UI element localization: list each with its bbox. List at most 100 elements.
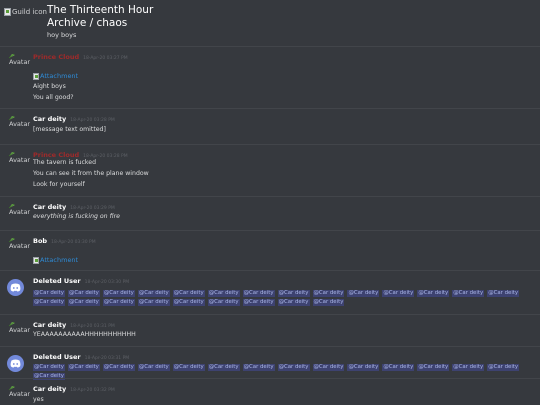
user-mention[interactable]: @Car deity	[67, 364, 100, 371]
guild-icon-alt: Guild icon	[12, 8, 47, 16]
user-mention[interactable]: @Car deity	[312, 290, 345, 297]
user-mention[interactable]: @Car deity	[137, 299, 170, 306]
message-group: Avatar Car deity 18-Apr-20 03:31 PM YEAAA…	[0, 314, 540, 346]
user-mention[interactable]: @Car deity	[102, 290, 135, 297]
user-mention[interactable]: @Car deity	[242, 364, 275, 371]
message-line: everything is fucking on fire	[33, 213, 120, 220]
avatar	[7, 279, 24, 296]
user-mention[interactable]: @Car deity	[172, 364, 205, 371]
user-mention[interactable]: @Car deity	[242, 290, 275, 297]
user-mention[interactable]: @Car deity	[67, 299, 100, 306]
message-author[interactable]: Deleted User 18-Apr-20 03:30 PM	[33, 277, 129, 285]
guild-name: The Thirteenth Hour	[47, 4, 154, 16]
user-mention[interactable]: @Car deity	[277, 290, 310, 297]
avatar: Avatar	[6, 115, 30, 131]
message-timestamp: 18-Apr-20 03:30 PM	[51, 240, 96, 245]
author-name[interactable]: Deleted User	[33, 353, 81, 361]
author-name[interactable]: Car deity	[33, 385, 66, 393]
message-author[interactable]: Car deity 18-Apr-20 03:31 PM	[33, 321, 115, 329]
user-mention[interactable]: @Car deity	[33, 364, 65, 371]
user-mention[interactable]: @Car deity	[172, 290, 205, 297]
avatar-alt: Avatar	[9, 390, 31, 398]
message-author[interactable]: Car deity 18-Apr-20 03:32 PM	[33, 385, 115, 393]
user-mention[interactable]: @Car deity	[487, 364, 520, 371]
message-author[interactable]: Car deity 18-Apr-20 03:29 PM	[33, 203, 115, 211]
user-mention[interactable]: @Car deity	[102, 364, 135, 371]
avatar-alt: Avatar	[9, 242, 31, 250]
user-mention[interactable]: @Car deity	[347, 290, 380, 297]
user-mention[interactable]: @Car deity	[312, 364, 345, 371]
user-mention[interactable]: @Car deity	[277, 364, 310, 371]
avatar: Avatar	[6, 385, 30, 401]
user-mention[interactable]: @Car deity	[33, 299, 65, 306]
author-name[interactable]: Car deity	[33, 321, 66, 329]
message-author[interactable]: Bob 18-Apr-20 03:30 PM	[33, 237, 96, 245]
message-group: Avatar Car deity 18-Apr-20 03:28 PM [mess…	[0, 108, 540, 144]
message-author[interactable]: Prince Cloud 18-Apr-20 03:27 PM	[33, 53, 128, 61]
broken-image-icon	[33, 256, 39, 264]
message-group: Avatar Bob 18-Apr-20 03:30 PM Attachment	[0, 230, 540, 270]
user-mention[interactable]: @Car deity	[452, 364, 485, 371]
message-group: Avatar Prince Cloud 18-Apr-20 03:27 PM At…	[0, 46, 540, 108]
broken-image-icon	[4, 8, 11, 16]
message-author[interactable]: Deleted User 18-Apr-20 03:31 PM	[33, 353, 129, 361]
message-line: Aight boys	[33, 83, 66, 90]
channel-name: Archive / chaos	[47, 17, 128, 29]
user-mention[interactable]: @Car deity	[207, 364, 240, 371]
message-group: Deleted User 18-Apr-20 03:31 PM @Car deit…	[0, 346, 540, 380]
message-timestamp: 18-Apr-20 03:29 PM	[70, 206, 115, 211]
attachment-alt[interactable]: Attachment	[40, 72, 78, 80]
message-group: Avatar Prince Cloud 18-Apr-20 03:28 PM Th…	[0, 144, 540, 196]
discord-logo-icon	[10, 283, 21, 292]
user-mention[interactable]: @Car deity	[277, 299, 310, 306]
avatar: Avatar	[6, 53, 30, 69]
user-mention[interactable]: @Car deity	[207, 290, 240, 297]
message-group: Deleted User 18-Apr-20 03:30 PM @Car deit…	[0, 270, 540, 314]
user-mention[interactable]: @Car deity	[452, 290, 485, 297]
message-timestamp: 18-Apr-20 03:30 PM	[84, 280, 130, 285]
author-name[interactable]: Prince Cloud	[33, 53, 79, 61]
user-mention[interactable]: @Car deity	[347, 364, 380, 371]
avatar: Avatar	[6, 151, 30, 167]
user-mention[interactable]: @Car deity	[487, 290, 520, 297]
mention-list: @Car deity @Car deity @Car deity @Car deity…	[33, 290, 528, 306]
user-mention[interactable]: @Car deity	[417, 364, 450, 371]
message-line: You can see it from the plane window	[33, 170, 149, 177]
avatar-alt: Avatar	[9, 120, 31, 128]
user-mention[interactable]: @Car deity	[417, 290, 450, 297]
avatar-alt: Avatar	[9, 156, 31, 164]
user-mention[interactable]: @Car deity	[312, 299, 345, 306]
message-line: [message text omitted]	[33, 126, 106, 133]
user-mention[interactable]: @Car deity	[137, 364, 170, 371]
message-timestamp: 18-Apr-20 03:31 PM	[70, 324, 115, 329]
message-author[interactable]: Car deity 18-Apr-20 03:28 PM	[33, 115, 115, 123]
message-group: Avatar Car deity 18-Apr-20 03:32 PM yes	[0, 378, 540, 405]
attachment-link[interactable]: Attachment	[33, 72, 78, 80]
avatar-alt: Avatar	[9, 58, 31, 66]
author-name[interactable]: Bob	[33, 237, 47, 245]
user-mention[interactable]: @Car deity	[33, 290, 65, 297]
user-mention[interactable]: @Car deity	[137, 290, 170, 297]
avatar-alt: Avatar	[9, 208, 31, 216]
avatar	[7, 355, 24, 372]
user-mention[interactable]: @Car deity	[207, 299, 240, 306]
author-name[interactable]: Deleted User	[33, 277, 81, 285]
message-line: YEAAAAAAAAAAHHHHHHHHHHH	[33, 331, 136, 338]
channel-header: Guild icon The Thirteenth Hour Archive /…	[0, 0, 540, 44]
channel-topic: hoy boys	[47, 31, 77, 39]
avatar-alt: Avatar	[9, 326, 31, 334]
attachment-link[interactable]: Attachment	[33, 256, 78, 264]
user-mention[interactable]: @Car deity	[172, 299, 205, 306]
message-group: Avatar Car deity 18-Apr-20 03:29 PM every…	[0, 196, 540, 230]
user-mention[interactable]: @Car deity	[102, 299, 135, 306]
user-mention[interactable]: @Car deity	[242, 299, 275, 306]
author-name[interactable]: Car deity	[33, 203, 66, 211]
avatar: Avatar	[6, 237, 30, 253]
attachment-alt[interactable]: Attachment	[40, 256, 78, 264]
author-name[interactable]: Car deity	[33, 115, 66, 123]
message-line: Look for yourself	[33, 181, 85, 188]
user-mention[interactable]: @Car deity	[382, 364, 415, 371]
message-timestamp: 18-Apr-20 03:31 PM	[84, 356, 130, 361]
user-mention[interactable]: @Car deity	[67, 290, 100, 297]
user-mention[interactable]: @Car deity	[382, 290, 415, 297]
